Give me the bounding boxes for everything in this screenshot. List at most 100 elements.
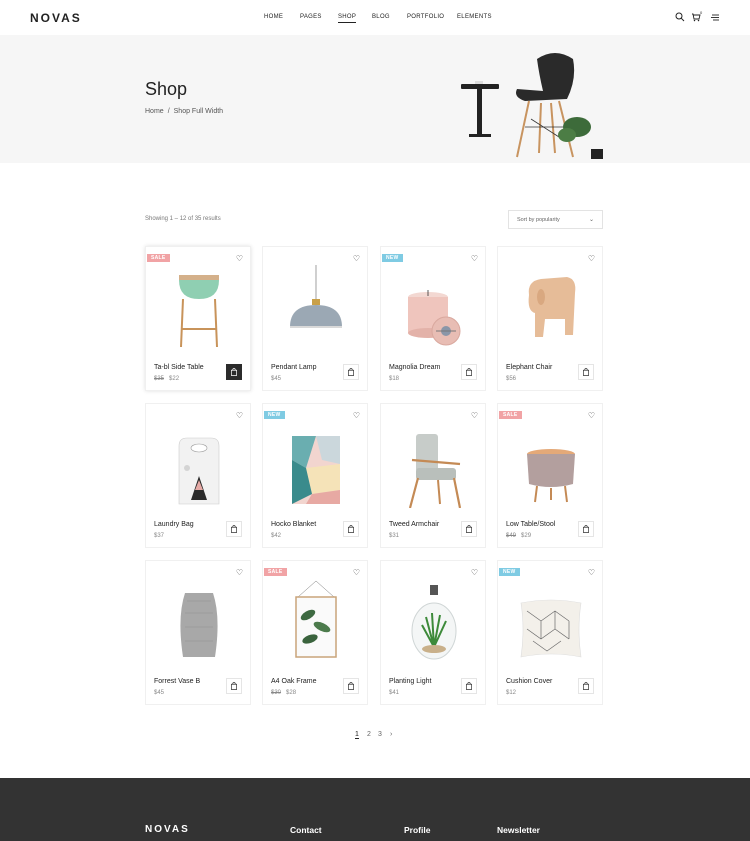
product-name[interactable]: Low Table/Stool <box>506 521 555 528</box>
current-price: $45 <box>271 376 282 382</box>
nav-home[interactable]: HOME <box>264 14 283 20</box>
product-card[interactable]: SALE ♡ Low Table/Stool $49 $29 <box>497 403 603 548</box>
add-to-cart-button[interactable] <box>226 678 242 694</box>
product-card[interactable]: SALE ♡ A4 Oak Frame $30 $28 <box>262 560 368 705</box>
nav-shop[interactable]: SHOP <box>338 14 357 23</box>
product-card[interactable]: NEW ♡ Magnolia Dream $18 <box>380 246 486 391</box>
page-2[interactable]: 2 <box>367 731 371 738</box>
add-to-cart-button[interactable] <box>226 521 242 537</box>
add-to-cart-button[interactable] <box>578 521 594 537</box>
sale-badge: SALE <box>499 411 522 419</box>
breadcrumb-separator: / <box>167 108 170 115</box>
product-image-laundry-bag <box>178 437 220 505</box>
main-nav: HOME PAGES SHOP BLOG PORTFOLIO ELEMENTS <box>0 14 750 24</box>
current-price: $37 <box>154 533 165 539</box>
wishlist-heart-icon[interactable]: ♡ <box>236 411 243 420</box>
add-to-cart-button[interactable] <box>461 364 477 380</box>
product-price: $30 $28 <box>271 690 296 696</box>
product-name[interactable]: Magnolia Dream <box>389 364 440 371</box>
search-icon[interactable] <box>675 12 685 22</box>
site-header: NOVAS HOME PAGES SHOP BLOG PORTFOLIO ELE… <box>0 0 750 35</box>
nav-blog[interactable]: BLOG <box>372 14 390 20</box>
current-price: $28 <box>286 690 297 696</box>
new-badge: NEW <box>499 568 520 576</box>
next-page-button[interactable]: › <box>390 731 392 738</box>
wishlist-heart-icon[interactable]: ♡ <box>588 568 595 577</box>
wishlist-heart-icon[interactable]: ♡ <box>236 568 243 577</box>
product-image-frame <box>295 580 337 658</box>
page-title: Shop <box>145 79 188 99</box>
product-card[interactable]: ♡ Elephant Chair $56 <box>497 246 603 391</box>
product-card[interactable]: ♡ Tweed Armchair $31 <box>380 403 486 548</box>
product-price: $12 <box>506 690 516 696</box>
sort-select[interactable]: Sort by popularity ⌄ <box>508 210 603 229</box>
pagination: 1 2 3 › <box>0 731 750 743</box>
nav-portfolio[interactable]: PORTFOLIO <box>407 14 444 20</box>
product-name[interactable]: Elephant Chair <box>506 364 552 371</box>
wishlist-heart-icon[interactable]: ♡ <box>588 411 595 420</box>
product-card[interactable]: ♡ Pendant Lamp $45 <box>262 246 368 391</box>
product-image-pendant-lamp <box>290 265 342 328</box>
add-to-cart-button[interactable] <box>578 678 594 694</box>
current-price: $45 <box>154 690 165 696</box>
sale-badge: SALE <box>147 254 170 262</box>
product-name[interactable]: Ta-bl Side Table <box>154 364 204 371</box>
old-price: $49 <box>506 533 517 539</box>
page-1[interactable]: 1 <box>355 731 359 739</box>
product-name[interactable]: Forrest Vase B <box>154 678 200 685</box>
menu-icon[interactable] <box>710 12 720 22</box>
sort-label: Sort by popularity <box>517 217 560 223</box>
nav-elements[interactable]: ELEMENTS <box>457 14 492 20</box>
add-to-cart-button[interactable] <box>578 364 594 380</box>
site-footer: NOVAS Contact Profile Newsletter <box>0 778 750 841</box>
product-card[interactable]: NEW ♡ Cushion Cover $12 <box>497 560 603 705</box>
product-card[interactable]: ♡ Planting Light $41 <box>380 560 486 705</box>
product-name[interactable]: Hocko Blanket <box>271 521 316 528</box>
footer-logo[interactable]: NOVAS <box>145 824 190 835</box>
wishlist-heart-icon[interactable]: ♡ <box>471 568 478 577</box>
wishlist-heart-icon[interactable]: ♡ <box>236 254 243 263</box>
wishlist-heart-icon[interactable]: ♡ <box>353 411 360 420</box>
wishlist-heart-icon[interactable]: ♡ <box>471 411 478 420</box>
add-to-cart-button[interactable] <box>461 521 477 537</box>
product-name[interactable]: Tweed Armchair <box>389 521 439 528</box>
product-card[interactable]: ♡ Laundry Bag $37 <box>145 403 251 548</box>
product-card[interactable]: SALE ♡ Ta-bl Side Table $35 $22 <box>145 246 251 391</box>
product-name[interactable]: Cushion Cover <box>506 678 552 685</box>
product-image-cushion <box>520 599 582 658</box>
wishlist-heart-icon[interactable]: ♡ <box>353 568 360 577</box>
old-price: $30 <box>271 690 282 696</box>
product-name[interactable]: Pendant Lamp <box>271 364 317 371</box>
footer-heading-contact: Contact <box>290 825 322 835</box>
add-to-cart-button[interactable] <box>226 364 242 380</box>
page-3[interactable]: 3 <box>378 731 382 738</box>
product-price: $49 $29 <box>506 533 531 539</box>
product-name[interactable]: Planting Light <box>389 678 431 685</box>
product-image-side-table <box>179 275 219 348</box>
wishlist-heart-icon[interactable]: ♡ <box>588 254 595 263</box>
current-price: $42 <box>271 533 282 539</box>
product-name[interactable]: A4 Oak Frame <box>271 678 317 685</box>
product-price: $56 <box>506 376 516 382</box>
add-to-cart-button[interactable] <box>343 364 359 380</box>
new-badge: NEW <box>382 254 403 262</box>
product-name[interactable]: Laundry Bag <box>154 521 194 528</box>
new-badge: NEW <box>264 411 285 419</box>
cart-count: 0 <box>700 10 703 15</box>
chevron-down-icon: ⌄ <box>588 217 594 223</box>
nav-pages[interactable]: PAGES <box>300 14 322 20</box>
current-price: $41 <box>389 690 400 696</box>
product-price: $45 <box>154 690 164 696</box>
add-to-cart-button[interactable] <box>343 678 359 694</box>
footer-heading-profile: Profile <box>404 825 431 835</box>
wishlist-heart-icon[interactable]: ♡ <box>353 254 360 263</box>
add-to-cart-button[interactable] <box>343 521 359 537</box>
add-to-cart-button[interactable] <box>461 678 477 694</box>
current-price: $29 <box>521 533 532 539</box>
wishlist-heart-icon[interactable]: ♡ <box>471 254 478 263</box>
breadcrumb-home[interactable]: Home <box>145 108 164 115</box>
current-price: $12 <box>506 690 517 696</box>
product-card[interactable]: NEW ♡ Hocko Blanket $42 <box>262 403 368 548</box>
product-price: $37 <box>154 533 164 539</box>
product-card[interactable]: ♡ Forrest Vase B $45 <box>145 560 251 705</box>
